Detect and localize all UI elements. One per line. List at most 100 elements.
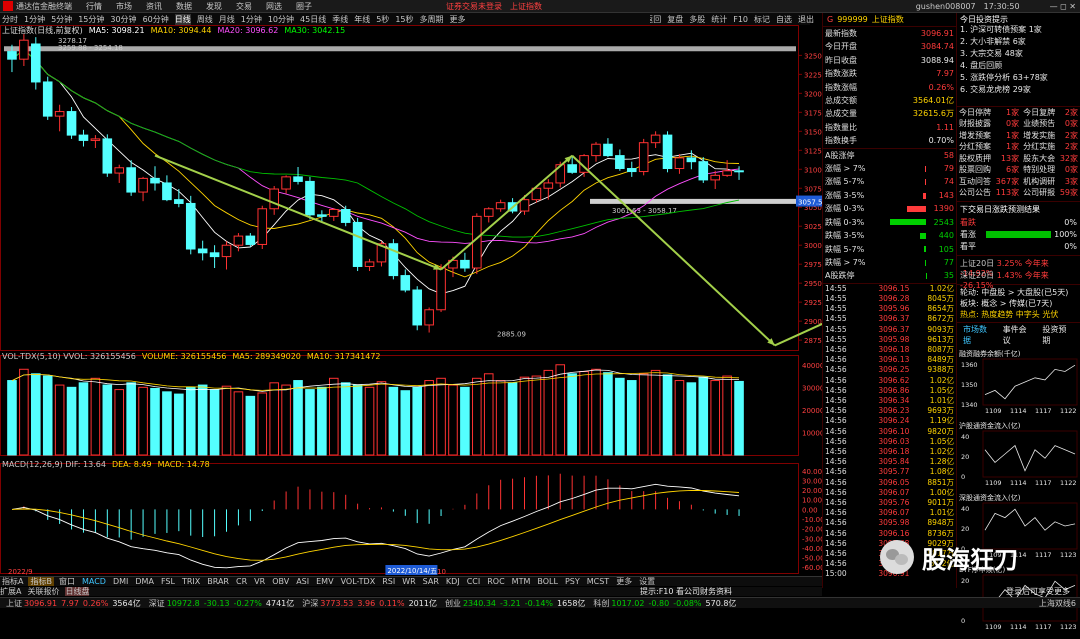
hot-item[interactable]: 轮动: 中盘股 > 大盘股(已5天) bbox=[960, 287, 1077, 298]
candle-body[interactable] bbox=[150, 177, 160, 184]
indicator-tab[interactable]: 指标A bbox=[0, 577, 25, 586]
period-button[interactable]: 15秒 bbox=[395, 14, 413, 25]
index-notice[interactable]: 上证指数 bbox=[510, 1, 542, 12]
candle-body[interactable] bbox=[722, 170, 732, 176]
menu-item[interactable]: 数据 bbox=[176, 1, 192, 12]
candle-body[interactable] bbox=[138, 177, 148, 193]
candle-body[interactable] bbox=[650, 134, 661, 144]
stat-cell[interactable]: 增发预案 bbox=[957, 130, 993, 142]
indicator-tab[interactable]: DMA bbox=[133, 577, 156, 586]
indicator-tab[interactable]: 窗口 bbox=[57, 577, 77, 586]
tool-button[interactable]: 多股 bbox=[689, 14, 705, 25]
period-button[interactable]: 月线 bbox=[219, 14, 235, 25]
period-button[interactable]: 30分钟 bbox=[110, 14, 136, 25]
period-button[interactable]: 60分钟 bbox=[143, 14, 169, 25]
menu-item[interactable]: 行情 bbox=[86, 1, 102, 12]
candle-body[interactable] bbox=[197, 248, 208, 254]
status-key[interactable]: 深证 bbox=[149, 598, 165, 608]
period-button[interactable]: 年线 bbox=[354, 14, 370, 25]
hot-item[interactable]: 热点: 热度趋势 中字头 光伏 bbox=[960, 309, 1077, 320]
candle-body[interactable] bbox=[305, 180, 315, 216]
candle-body[interactable] bbox=[281, 176, 291, 190]
chart-area[interactable]: 3250 3225 3200 3175 3150 3125 3100 3075 3050 3025… bbox=[0, 25, 822, 575]
stat-cell[interactable]: 公司研报 bbox=[1021, 187, 1057, 199]
kline-svg[interactable]: 3250322532003175315031253100307530503025… bbox=[0, 25, 822, 575]
period-button[interactable]: 分时 bbox=[2, 14, 18, 25]
tip-item[interactable]: 3. 大宗交易 48家 bbox=[960, 48, 1077, 60]
indicator-tab[interactable]: MTM bbox=[510, 577, 533, 586]
tool-button[interactable]: 返回 bbox=[650, 14, 661, 25]
candle-body[interactable] bbox=[543, 182, 554, 189]
candle-body[interactable] bbox=[567, 164, 577, 173]
info-tab[interactable]: 市场数据 bbox=[960, 324, 998, 346]
candle-body[interactable] bbox=[460, 259, 470, 269]
stat-cell[interactable]: 特别处理 bbox=[1021, 164, 1057, 176]
stat-cell[interactable]: 今日停牌 bbox=[957, 107, 993, 119]
candle-body[interactable] bbox=[126, 167, 136, 193]
candle-body[interactable] bbox=[54, 111, 65, 117]
stat-cell[interactable]: 财报披露 bbox=[957, 118, 993, 130]
candle-body[interactable] bbox=[412, 289, 423, 326]
candle-body[interactable] bbox=[638, 142, 649, 173]
status-key[interactable]: 上证 bbox=[6, 598, 22, 608]
candle-body[interactable] bbox=[662, 134, 673, 170]
indicator-tab[interactable]: 更多 bbox=[614, 577, 634, 586]
tool-button[interactable]: 标记 bbox=[754, 14, 770, 25]
indicator-tab[interactable]: BRAR bbox=[205, 577, 231, 586]
candle-body[interactable] bbox=[221, 244, 232, 258]
candle-body[interactable] bbox=[340, 209, 351, 223]
candle-body[interactable] bbox=[114, 167, 125, 174]
tip-item[interactable]: 2. 大小非解禁 6家 bbox=[960, 36, 1077, 48]
candle-body[interactable] bbox=[734, 170, 744, 173]
info-tab[interactable]: 投资预期 bbox=[1039, 324, 1077, 346]
tip-item[interactable]: 6. 交易龙虎榜 29家 bbox=[960, 84, 1077, 96]
menu-item[interactable]: 网选 bbox=[266, 1, 282, 12]
period-button[interactable]: 多周期 bbox=[420, 14, 444, 25]
candle-body[interactable] bbox=[710, 174, 720, 181]
bottom-tab[interactable]: 日线盘 bbox=[65, 587, 90, 596]
indicator-tab[interactable]: CCI bbox=[465, 577, 483, 586]
candle-body[interactable] bbox=[495, 202, 506, 210]
candle-body[interactable] bbox=[19, 39, 29, 60]
indicator-tab[interactable]: 设置 bbox=[637, 577, 657, 586]
candle-body[interactable] bbox=[209, 252, 220, 258]
info-tab[interactable]: 事件会议 bbox=[1000, 324, 1038, 346]
period-button[interactable]: 1分钟 bbox=[241, 14, 262, 25]
candle-body[interactable] bbox=[257, 208, 268, 245]
candle-body[interactable] bbox=[483, 208, 494, 217]
indicator-tab[interactable]: TRIX bbox=[180, 577, 202, 586]
status-key[interactable]: 沪深 bbox=[302, 598, 318, 608]
window-controls[interactable]: — ◻ ✕ bbox=[1050, 2, 1076, 11]
candle-body[interactable] bbox=[174, 199, 184, 204]
candle-body[interactable] bbox=[317, 214, 327, 217]
indicator-tab[interactable]: ASI bbox=[294, 577, 311, 586]
candle-body[interactable] bbox=[185, 202, 196, 250]
period-button[interactable]: 周线 bbox=[197, 14, 213, 25]
stat-cell[interactable]: 公司公告 bbox=[957, 187, 993, 199]
candle-body[interactable] bbox=[603, 143, 613, 157]
indicator-tab[interactable]: VOL-TDX bbox=[339, 577, 378, 586]
indicator-tab[interactable]: KDJ bbox=[444, 577, 462, 586]
indicator-tab[interactable]: RSI bbox=[380, 577, 397, 586]
indicator-tab[interactable]: PSY bbox=[563, 577, 582, 586]
candle-body[interactable] bbox=[78, 134, 89, 141]
indicator-tab[interactable]: VR bbox=[252, 577, 267, 586]
stat-cell[interactable]: 业绩预告 bbox=[1021, 118, 1057, 130]
candle-body[interactable] bbox=[31, 43, 41, 83]
indicator-tab[interactable]: EMV bbox=[314, 577, 335, 586]
candle-body[interactable] bbox=[686, 157, 697, 163]
marquee-text[interactable]: 提示:F10 看公司财务资料 bbox=[640, 586, 732, 596]
status-key[interactable]: 科创 bbox=[593, 598, 609, 608]
tool-button[interactable]: 复盘 bbox=[667, 14, 683, 25]
candle-body[interactable] bbox=[42, 81, 53, 117]
tip-item[interactable]: 1. 沪深可转债预案 1家 bbox=[960, 24, 1077, 36]
period-button[interactable]: 5分钟 bbox=[51, 14, 72, 25]
indicator-tab[interactable]: OBV bbox=[270, 577, 291, 586]
candle-body[interactable] bbox=[269, 188, 279, 210]
candle-body[interactable] bbox=[424, 309, 434, 326]
indicator-tab[interactable]: CR bbox=[234, 577, 249, 586]
bottom-tab[interactable]: 扩展A bbox=[0, 587, 21, 596]
hot-item[interactable]: 板块: 概念 > 传媒(已7天) bbox=[960, 298, 1077, 309]
tip-item[interactable]: 4. 盘后回顾 bbox=[960, 60, 1077, 72]
menu-item[interactable]: 圈子 bbox=[296, 1, 312, 12]
